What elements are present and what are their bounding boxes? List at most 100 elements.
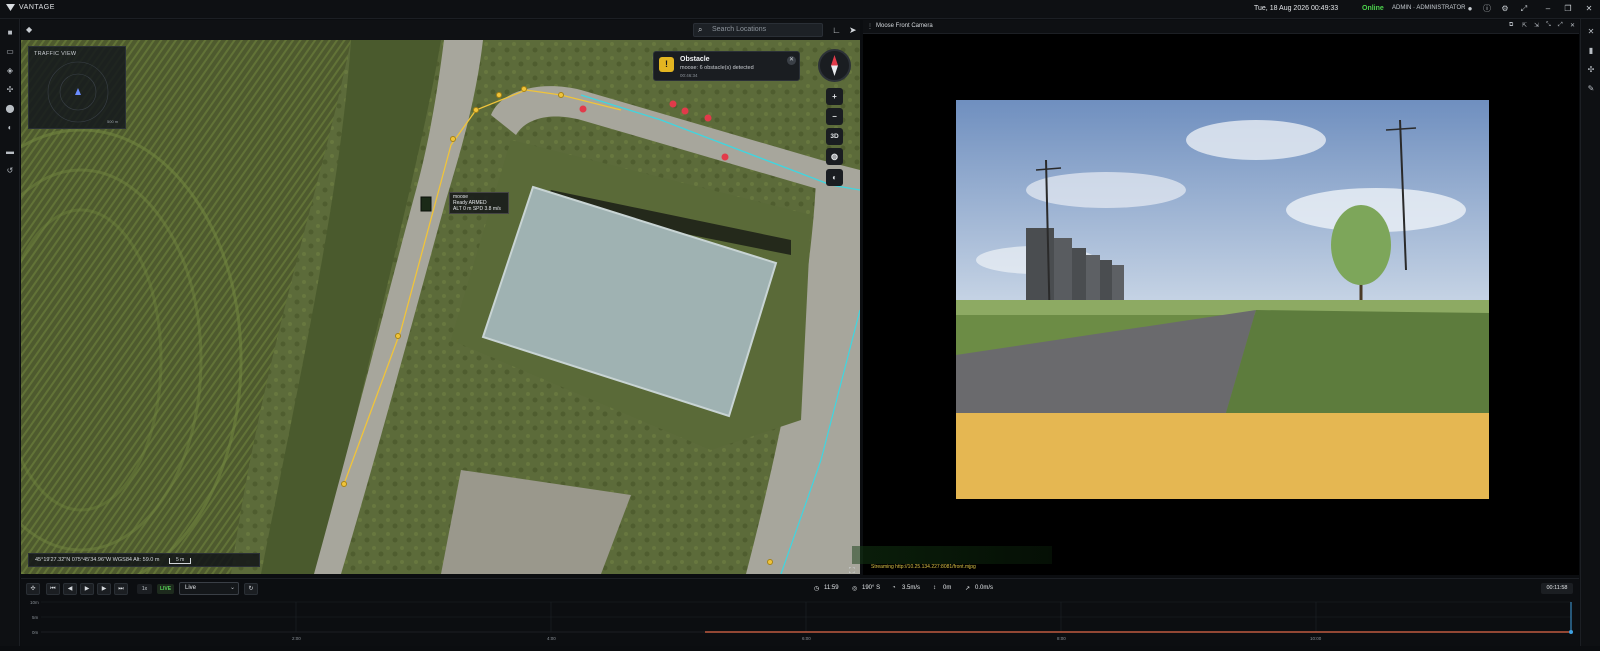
close-icon[interactable]: ✕: [787, 56, 796, 65]
restore-icon[interactable]: ❐: [1563, 4, 1573, 14]
user-role[interactable]: ADMIN · ADMINISTRATOR: [1392, 5, 1465, 11]
expand-panel-icon[interactable]: ⤢: [1558, 22, 1563, 29]
stat-time: 11:59: [824, 585, 839, 591]
settings-icon[interactable]: ⚙: [1500, 4, 1510, 14]
skip-start-icon[interactable]: ⏮: [46, 583, 60, 595]
scale-bar: 5 m: [168, 558, 192, 564]
compass[interactable]: [818, 49, 851, 82]
notification-time: 00:46:34: [680, 73, 698, 78]
mode-select[interactable]: Live ⌄: [179, 582, 239, 595]
drone-control-icon[interactable]: ✣: [1586, 65, 1596, 75]
close-window-icon[interactable]: ✕: [1584, 4, 1594, 14]
live-badge[interactable]: LIVE: [157, 584, 174, 594]
notification-title: Obstacle: [680, 56, 710, 63]
stat-vspeed: 0.0m/s: [975, 585, 994, 591]
left-sidebar: ■ ▭ ◈ ✣ ⬤ ◐ ▬ ↺: [0, 19, 20, 646]
minimize-icon[interactable]: –: [1543, 4, 1553, 14]
x-tick: 6:00: [802, 636, 811, 641]
layers-icon[interactable]: ◈: [5, 66, 15, 76]
close-panel-icon[interactable]: ✕: [1586, 27, 1596, 37]
coordinates-bar: 45°19'27.32"N 075°45'34.96"W WGS84 Alt: …: [28, 553, 260, 567]
right-sidebar: ✕ ▮ ✣ ✎: [1580, 19, 1600, 646]
map-imagery: [21, 40, 860, 574]
stream-url: Streaming http://10.25.134.227:8081/fron…: [871, 564, 976, 570]
camera-panel-header: [863, 20, 1579, 34]
collapse-icon[interactable]: ⤡: [1546, 22, 1551, 29]
camera-icon[interactable]: ■: [5, 28, 15, 38]
monitor-icon[interactable]: ▭: [5, 47, 15, 57]
notification-message: moose: 6 obstacle(s) detected: [680, 65, 754, 71]
datetime: Tue, 18 Aug 2026 00:49:33: [1254, 5, 1339, 12]
radar-icon[interactable]: ◐: [5, 123, 15, 133]
traffic-view-panel[interactable]: TRAFFIC VIEW 500 m: [28, 46, 126, 129]
camera-title: Moose Front Camera: [876, 23, 933, 29]
stat-altitude: 0m: [943, 585, 952, 591]
x-tick: 4:00: [547, 636, 556, 641]
vantage-logo-icon: [6, 4, 15, 11]
satellite-map[interactable]: [21, 40, 860, 574]
heading-icon: ◎: [852, 586, 858, 592]
coordinates: 45°19'27.32"N 075°45'34.96"W WGS84 Alt: …: [35, 557, 160, 563]
stat-heading: 190° S: [862, 585, 881, 591]
search-input[interactable]: ⌕ Search Locations: [693, 23, 823, 37]
refresh-icon[interactable]: ↻: [244, 583, 258, 595]
connection-status: Online: [1362, 5, 1384, 12]
obstacle-notification[interactable]: ! Obstacle moose: 6 obstacle(s) detected…: [653, 51, 800, 81]
compass-needle-icon: [831, 55, 838, 76]
drag-handle-icon[interactable]: ⋮: [867, 23, 873, 30]
drone-select-icon[interactable]: ✣: [26, 583, 40, 595]
dock-left-icon[interactable]: ⇱: [1522, 22, 1527, 29]
toggle-3d-button[interactable]: 3D: [826, 128, 843, 145]
map-menu-icon[interactable]: ◆: [26, 25, 32, 34]
camera-feed: [956, 100, 1489, 499]
measure-icon[interactable]: ∟: [832, 25, 841, 35]
contrast-icon[interactable]: ◐: [826, 169, 843, 186]
mode-value: Live: [185, 585, 197, 591]
brand: VANTAGE: [6, 4, 55, 11]
y-tick: 10m: [30, 600, 39, 605]
play-icon[interactable]: ▶: [80, 583, 94, 595]
timeline-svg: 10m 5m 0m 2:00 4:00 6:00 8:00 10:00: [30, 600, 1573, 641]
y-tick: 0m: [32, 630, 39, 635]
playback-speed[interactable]: 1x: [137, 584, 152, 594]
dock-right-icon[interactable]: ⇲: [1534, 22, 1539, 29]
zoom-out-button[interactable]: −: [826, 108, 843, 125]
altitude-icon: ↕: [933, 585, 936, 591]
warning-icon: !: [659, 57, 674, 72]
brand-name: VANTAGE: [19, 4, 55, 11]
history-icon[interactable]: ↺: [5, 166, 15, 176]
elapsed-time: 00:11:58: [1541, 583, 1573, 594]
user-icon[interactable]: ●: [1465, 4, 1475, 14]
expand-icon[interactable]: ⤢: [1519, 4, 1529, 14]
navigate-icon[interactable]: ➤: [849, 25, 857, 36]
camera-image: [956, 100, 1489, 499]
skip-end-icon[interactable]: ⏭: [114, 583, 128, 595]
y-tick: 5m: [32, 615, 39, 620]
zoom-in-button[interactable]: +: [826, 88, 843, 105]
video-icon[interactable]: ▬: [5, 147, 15, 157]
step-back-icon[interactable]: ◀: [63, 583, 77, 595]
top-bar: VANTAGE Tue, 18 Aug 2026 00:49:33 Online…: [0, 0, 1600, 19]
fullscreen-icon[interactable]: ⛶: [849, 566, 855, 576]
globe-icon[interactable]: ◍: [826, 148, 843, 165]
uav-tooltip: moose Ready ARMED ALT 0 m SPD 3.8 m/s: [449, 192, 509, 214]
info-icon[interactable]: ⓘ: [1482, 4, 1492, 14]
clock-icon: ◷: [814, 586, 820, 592]
search-icon: ⌕: [698, 25, 703, 34]
tools-icon[interactable]: ✎: [1586, 84, 1596, 94]
stream-glow: [852, 546, 1052, 564]
panel-icon[interactable]: ▮: [1586, 46, 1596, 56]
location-pin-icon[interactable]: ⬤: [5, 104, 15, 114]
uav-telemetry: ALT 0 m SPD 3.8 m/s: [453, 206, 501, 212]
traffic-scale: 500 m: [107, 119, 119, 124]
popout-icon[interactable]: ⧉: [1509, 22, 1513, 29]
x-tick: 8:00: [1057, 636, 1066, 641]
drone-icon[interactable]: ✣: [5, 85, 15, 95]
x-tick: 10:00: [1310, 636, 1322, 641]
altitude-timeline-chart[interactable]: 10m 5m 0m 2:00 4:00 6:00 8:00 10:00: [21, 598, 1579, 646]
close-camera-icon[interactable]: ✕: [1570, 22, 1575, 29]
stat-speed: 3.5m/s: [902, 585, 921, 591]
step-forward-icon[interactable]: ▶: [97, 583, 111, 595]
traffic-radar: [47, 61, 109, 123]
chevron-down-icon: ⌄: [230, 585, 236, 591]
